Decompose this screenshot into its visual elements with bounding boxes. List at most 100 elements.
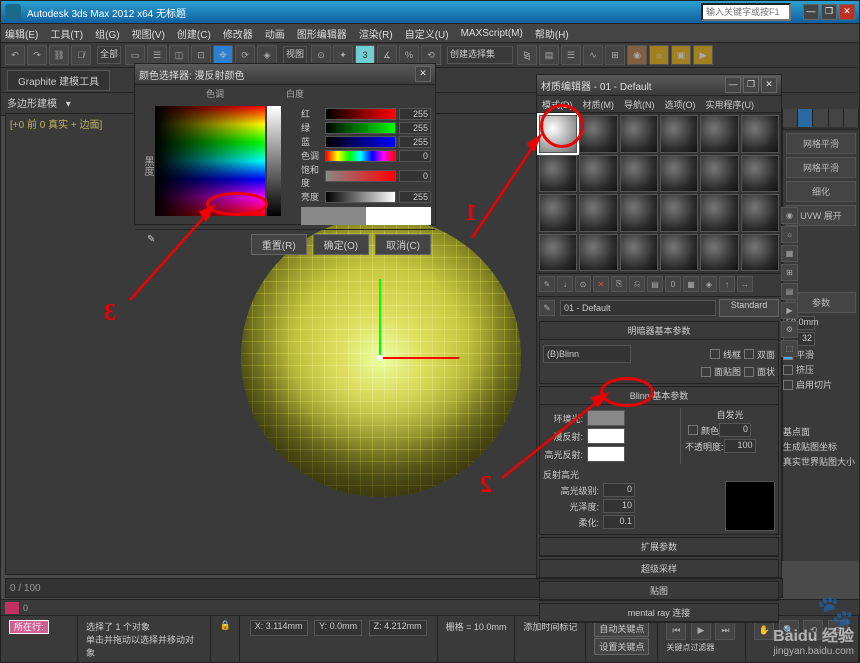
named-selection-dropdown[interactable]: 创建选择集 xyxy=(447,46,513,64)
sample-type-icon[interactable]: ◉ xyxy=(781,207,798,224)
material-name-field[interactable] xyxy=(560,300,716,316)
assign-to-sel-icon[interactable]: ⊙ xyxy=(575,276,591,292)
link-button[interactable]: ⛓ xyxy=(49,45,69,65)
diffuse-swatch[interactable] xyxy=(587,428,625,444)
material-slot[interactable] xyxy=(539,194,577,232)
pivot-button[interactable]: ⊙ xyxy=(311,45,331,65)
render-button[interactable]: ▶ xyxy=(693,45,713,65)
s-value[interactable]: 0 xyxy=(399,170,431,182)
rollout-mentalray[interactable]: mental ray 连接 xyxy=(540,604,778,622)
r-value[interactable]: 255 xyxy=(399,108,431,120)
undo-button[interactable]: ↶ xyxy=(5,45,25,65)
value-slider[interactable] xyxy=(267,106,281,216)
mat-menu-options[interactable]: 选项(O) xyxy=(665,98,696,111)
material-slot[interactable] xyxy=(700,155,738,193)
modifier-item[interactable]: 细化 xyxy=(786,181,856,202)
material-type-button[interactable]: Standard xyxy=(719,299,779,317)
menu-maxscript[interactable]: MAXScript(M) xyxy=(461,28,523,39)
material-slot[interactable] xyxy=(660,194,698,232)
select-region-button[interactable]: ◫ xyxy=(169,45,189,65)
lock-button[interactable]: 🔒 xyxy=(211,616,239,662)
soften-value[interactable]: 0.1 xyxy=(603,515,635,529)
selfillum-value[interactable]: 0 xyxy=(719,423,751,437)
modifier-item[interactable]: 网格平滑 xyxy=(786,157,856,178)
play-next-button[interactable]: ⏭ xyxy=(715,620,735,640)
b-value[interactable]: 255 xyxy=(399,136,431,148)
hierarchy-tab-icon[interactable] xyxy=(813,109,828,127)
window-crossing-button[interactable]: ⊡ xyxy=(191,45,211,65)
modify-tab-icon[interactable] xyxy=(798,109,813,127)
menu-rendering[interactable]: 渲染(R) xyxy=(359,26,393,41)
ribbon-poly-modeling[interactable]: 多边形建模 xyxy=(7,99,57,110)
material-slot[interactable] xyxy=(660,115,698,153)
create-tab-icon[interactable] xyxy=(783,109,798,127)
modifier-item[interactable]: 网格平滑 xyxy=(786,133,856,154)
v-slider[interactable] xyxy=(325,191,396,203)
gloss-value[interactable]: 10 xyxy=(603,499,635,513)
ok-button[interactable]: 确定(O) xyxy=(313,234,369,255)
display-tab-icon[interactable] xyxy=(844,109,859,127)
mat-id-icon[interactable]: 0 xyxy=(665,276,681,292)
schematic-view-button[interactable]: ⊞ xyxy=(605,45,625,65)
mirror-button[interactable]: ⧎ xyxy=(517,45,537,65)
close-button[interactable]: ✕ xyxy=(839,4,855,20)
h-value[interactable]: 0 xyxy=(399,150,431,162)
material-slot[interactable] xyxy=(620,155,658,193)
new-color-swatch[interactable] xyxy=(366,207,431,225)
menu-tools[interactable]: 工具(T) xyxy=(50,26,83,41)
material-slot[interactable] xyxy=(620,234,658,272)
gizmo-x-axis[interactable] xyxy=(379,357,459,359)
twosided-checkbox[interactable] xyxy=(744,349,754,359)
go-forward-icon[interactable]: → xyxy=(737,276,753,292)
backlight-icon[interactable]: ☼ xyxy=(781,226,798,243)
mat-close-button[interactable]: ✕ xyxy=(761,77,777,93)
pick-material-icon[interactable]: ✎ xyxy=(539,300,555,316)
manipulate-button[interactable]: ✦ xyxy=(333,45,353,65)
menu-create[interactable]: 创建(C) xyxy=(177,26,211,41)
color-picker-close-button[interactable]: ✕ xyxy=(415,66,431,82)
minimize-button[interactable]: — xyxy=(803,4,819,20)
menu-customize[interactable]: 自定义(U) xyxy=(405,26,449,41)
h-slider[interactable] xyxy=(325,150,396,162)
menu-animation[interactable]: 动画 xyxy=(265,26,285,41)
material-slot[interactable] xyxy=(741,115,779,153)
slice-checkbox[interactable] xyxy=(783,380,793,390)
viewport-label[interactable]: [+0 前 0 真实 + 边面] xyxy=(10,116,102,131)
menu-help[interactable]: 帮助(H) xyxy=(535,26,569,41)
menu-grapheditors[interactable]: 图形编辑器 xyxy=(297,26,347,41)
s-slider[interactable] xyxy=(325,170,396,182)
material-slot[interactable] xyxy=(539,234,577,272)
go-parent-icon[interactable]: ↑ xyxy=(719,276,735,292)
layers-button[interactable]: ☰ xyxy=(561,45,581,65)
old-color-swatch[interactable] xyxy=(301,207,366,225)
rollout-supersample[interactable]: 超级采样 xyxy=(540,560,778,578)
menu-modifiers[interactable]: 修改器 xyxy=(223,26,253,41)
render-frame-button[interactable]: ▣ xyxy=(671,45,691,65)
make-preview-icon[interactable]: ▶ xyxy=(781,302,798,319)
faceted-checkbox[interactable] xyxy=(744,367,754,377)
g-value[interactable]: 255 xyxy=(399,122,431,134)
g-slider[interactable] xyxy=(325,122,396,134)
material-slot[interactable] xyxy=(579,115,617,153)
y-coord-field[interactable]: Y: 0.0mm xyxy=(314,620,362,636)
v-value[interactable]: 255 xyxy=(399,191,431,203)
maximize-button[interactable]: ❐ xyxy=(821,4,837,20)
material-slot[interactable] xyxy=(700,234,738,272)
color-picker-titlebar[interactable]: 颜色选择器: 漫反射颜色 ✕ xyxy=(135,64,435,85)
play-prev-button[interactable]: ⏮ xyxy=(666,620,686,640)
material-slot[interactable] xyxy=(741,155,779,193)
eyedropper-icon[interactable]: ✎ xyxy=(139,234,245,255)
options-icon[interactable]: ⚙ xyxy=(781,321,798,338)
opacity-value[interactable]: 100 xyxy=(724,439,756,453)
key-filter-button[interactable]: 关键点过滤器 xyxy=(666,642,737,653)
percent-snap-button[interactable]: % xyxy=(399,45,419,65)
motion-tab-icon[interactable] xyxy=(829,109,844,127)
move-button[interactable]: ✥ xyxy=(213,45,233,65)
curve-editor-button[interactable]: ∿ xyxy=(583,45,603,65)
r-slider[interactable] xyxy=(325,108,396,120)
menu-edit[interactable]: 编辑(E) xyxy=(5,26,38,41)
b-slider[interactable] xyxy=(325,136,396,148)
render-setup-button[interactable]: ☼ xyxy=(649,45,669,65)
redo-button[interactable]: ↷ xyxy=(27,45,47,65)
material-slot[interactable] xyxy=(620,194,658,232)
